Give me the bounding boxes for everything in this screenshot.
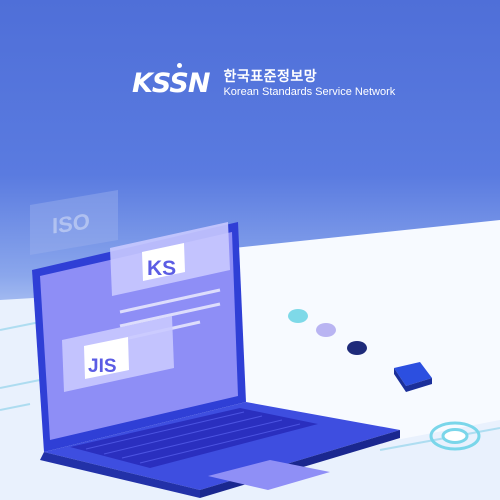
- kssn-logo[interactable]: KSSN: [132, 63, 210, 100]
- brand-name-korean: 한국표준정보망: [223, 68, 318, 84]
- brand-text: 한국표준정보망 Korean Standards Service Network: [223, 68, 395, 99]
- kssn-banner: ISO KS JIS KSSN 한국표준정보망 Korean Standards…: [0, 0, 500, 500]
- brand-name-english: Korean Standards Service Network: [223, 85, 396, 98]
- logo-text: KSSN: [132, 68, 210, 100]
- brand-header: KSSN 한국표준정보망 Korean Standards Service Ne…: [132, 63, 395, 100]
- dot-lavender: [316, 323, 336, 337]
- tile-iso: ISO: [30, 190, 118, 255]
- dot-cyan: [288, 309, 308, 323]
- svg-text:ISO: ISO: [52, 208, 90, 238]
- svg-text:KS: KS: [147, 257, 176, 280]
- svg-text:JIS: JIS: [88, 356, 117, 377]
- dot-navy: [347, 341, 367, 355]
